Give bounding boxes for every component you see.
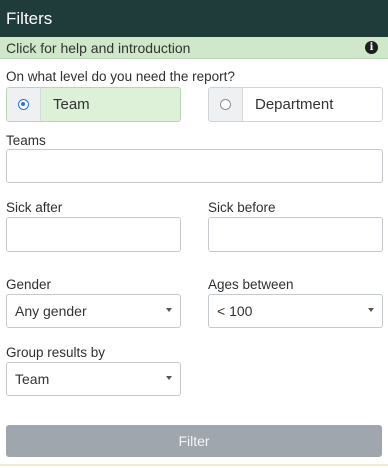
sick-before-input[interactable] [209,218,382,251]
ages-select-value: < 100 [217,303,253,319]
bottom-divider [0,464,388,466]
radio-unselected-icon[interactable] [220,99,231,110]
teams-input[interactable] [6,149,383,183]
info-icon[interactable]: i [365,41,378,54]
level-option-team[interactable]: Team [6,87,181,122]
group-select[interactable]: Team [6,362,181,396]
group-label: Group results by [6,345,106,360]
sick-after-input[interactable] [7,218,180,251]
help-text: Click for help and introduction [6,40,191,56]
sick-after-label: Sick after [6,200,63,215]
gender-label: Gender [6,277,52,292]
page-title: Filters [6,9,53,28]
level-option-department-label: Department [255,96,334,113]
gender-select[interactable]: Any gender [6,294,181,328]
radio-cell-team [7,88,41,121]
radio-cell-department [209,88,243,121]
sick-before-field [208,217,383,252]
teams-label: Teams [6,133,46,148]
gender-select-value: Any gender [15,303,87,319]
filters-header: Filters [0,0,388,37]
level-question: On what level do you need the report? [6,69,235,84]
level-option-team-label: Team [41,88,180,121]
filter-button[interactable]: Filter [6,425,382,457]
sick-before-label: Sick before [208,200,276,215]
group-select-value: Team [15,371,50,387]
caret-down-icon [166,376,172,380]
sick-after-field [6,217,181,252]
radio-selected-icon[interactable] [18,99,29,110]
caret-down-icon [368,308,374,312]
caret-down-icon [166,308,172,312]
level-option-department[interactable]: Department [208,87,383,122]
ages-select[interactable]: < 100 [208,294,383,328]
help-bar[interactable]: Click for help and introduction i [0,37,388,59]
ages-label: Ages between [208,277,294,292]
